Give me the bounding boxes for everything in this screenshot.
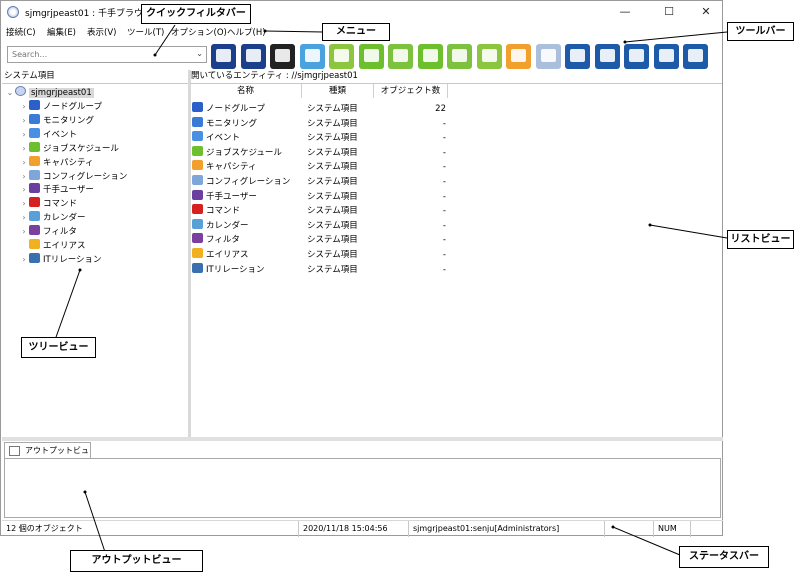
callout-tree-view: ツリービュー bbox=[21, 337, 96, 358]
callout-status-bar: ステータスバー bbox=[679, 546, 769, 568]
callout-toolbar: ツールバー bbox=[727, 22, 794, 41]
callout-lines bbox=[54, 24, 728, 556]
callout-list-view: リストビュー bbox=[727, 230, 794, 249]
callout-output-view: アウトプットビュー bbox=[70, 550, 203, 572]
callout-quick-filter: クイックフィルタバー bbox=[141, 4, 251, 24]
callout-menu: メニュー bbox=[322, 23, 390, 41]
